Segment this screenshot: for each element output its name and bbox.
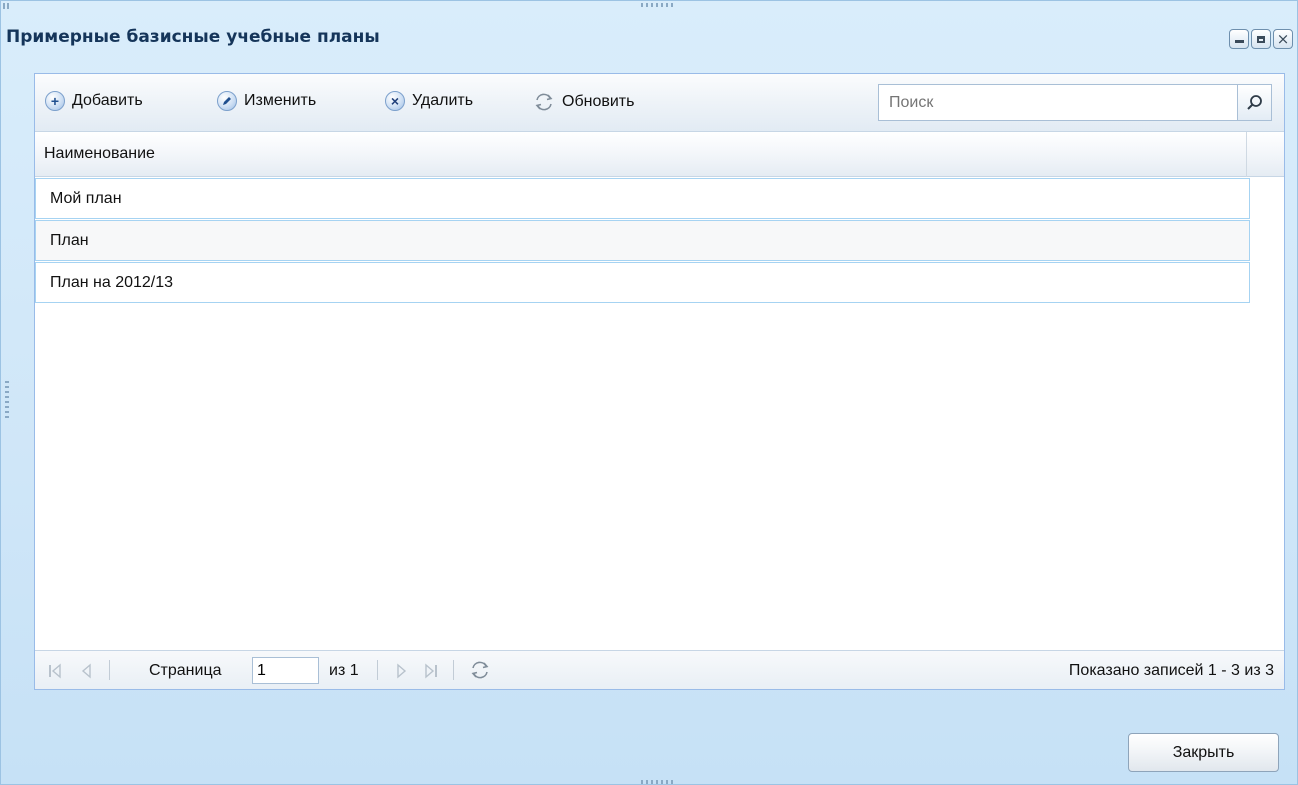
paging-toolbar: Страница из 1 Показано записей 1 - 3 из … <box>35 650 1284 689</box>
delete-button[interactable]: × Удалить <box>385 91 473 111</box>
maximize-button[interactable] <box>1251 29 1271 49</box>
grid-toolbar: + Добавить Изменить × Удалить Обновить П… <box>35 74 1284 132</box>
window-title: Примерные базисные учебные планы <box>6 27 380 47</box>
page-count-label: из 1 <box>329 662 359 679</box>
edit-button-label: Изменить <box>244 92 317 109</box>
edit-button[interactable]: Изменить <box>217 91 316 111</box>
pager-separator <box>453 660 454 680</box>
grid-panel: + Добавить Изменить × Удалить Обновить П… <box>34 73 1285 690</box>
column-separator[interactable] <box>1246 132 1247 177</box>
first-page-icon[interactable] <box>47 663 63 679</box>
next-page-icon[interactable] <box>393 663 409 679</box>
maximize-icon <box>1257 35 1265 43</box>
table-row[interactable]: План на 2012/13 <box>35 262 1250 303</box>
pencil-icon <box>217 91 237 111</box>
pager-separator <box>377 660 378 680</box>
table-row[interactable]: План <box>35 220 1250 261</box>
add-button[interactable]: + Добавить <box>45 91 143 111</box>
search-box <box>878 84 1272 121</box>
row-name-cell: Мой план <box>50 190 122 207</box>
close-window-button[interactable]: × <box>1273 29 1293 49</box>
pager-separator <box>109 660 110 680</box>
search-button[interactable] <box>1237 85 1271 120</box>
add-button-label: Добавить <box>72 92 143 109</box>
search-input[interactable] <box>887 93 1231 113</box>
refresh-icon[interactable] <box>469 659 491 681</box>
grid-header: Наименование <box>35 132 1284 177</box>
resize-handle-left[interactable] <box>5 381 9 421</box>
close-icon: × <box>1276 29 1290 48</box>
search-icon <box>1246 94 1262 110</box>
column-header-name[interactable]: Наименование <box>44 145 155 163</box>
close-button-label: Закрыть <box>1172 743 1235 761</box>
row-name-cell: План <box>50 232 89 249</box>
resize-handle-bottom[interactable] <box>641 780 675 784</box>
plus-icon: + <box>45 91 65 111</box>
window-tools: × <box>1229 29 1293 49</box>
row-name-cell: План на 2012/13 <box>50 274 174 291</box>
delete-button-label: Удалить <box>412 92 474 109</box>
page-label: Страница <box>149 662 222 679</box>
close-button[interactable]: Закрыть <box>1128 733 1279 772</box>
refresh-icon <box>535 93 553 111</box>
minimize-icon <box>1234 39 1244 43</box>
refresh-button[interactable]: Обновить <box>533 91 634 113</box>
delete-x-icon: × <box>385 91 405 111</box>
refresh-button-label: Обновить <box>562 93 635 110</box>
page-number-input[interactable] <box>252 657 319 684</box>
dialog-window: Примерные базисные учебные планы × + Доб… <box>0 0 1298 785</box>
table-row[interactable]: Мой план <box>35 178 1250 219</box>
records-summary: Показано записей 1 - 3 из 3 <box>1068 662 1274 679</box>
minimize-button[interactable] <box>1229 29 1249 49</box>
window-titlebar[interactable]: Примерные базисные учебные планы × <box>1 1 1298 55</box>
grid-body: Мой план План План на 2012/13 <box>35 178 1250 304</box>
last-page-icon[interactable] <box>423 663 439 679</box>
prev-page-icon[interactable] <box>79 663 95 679</box>
